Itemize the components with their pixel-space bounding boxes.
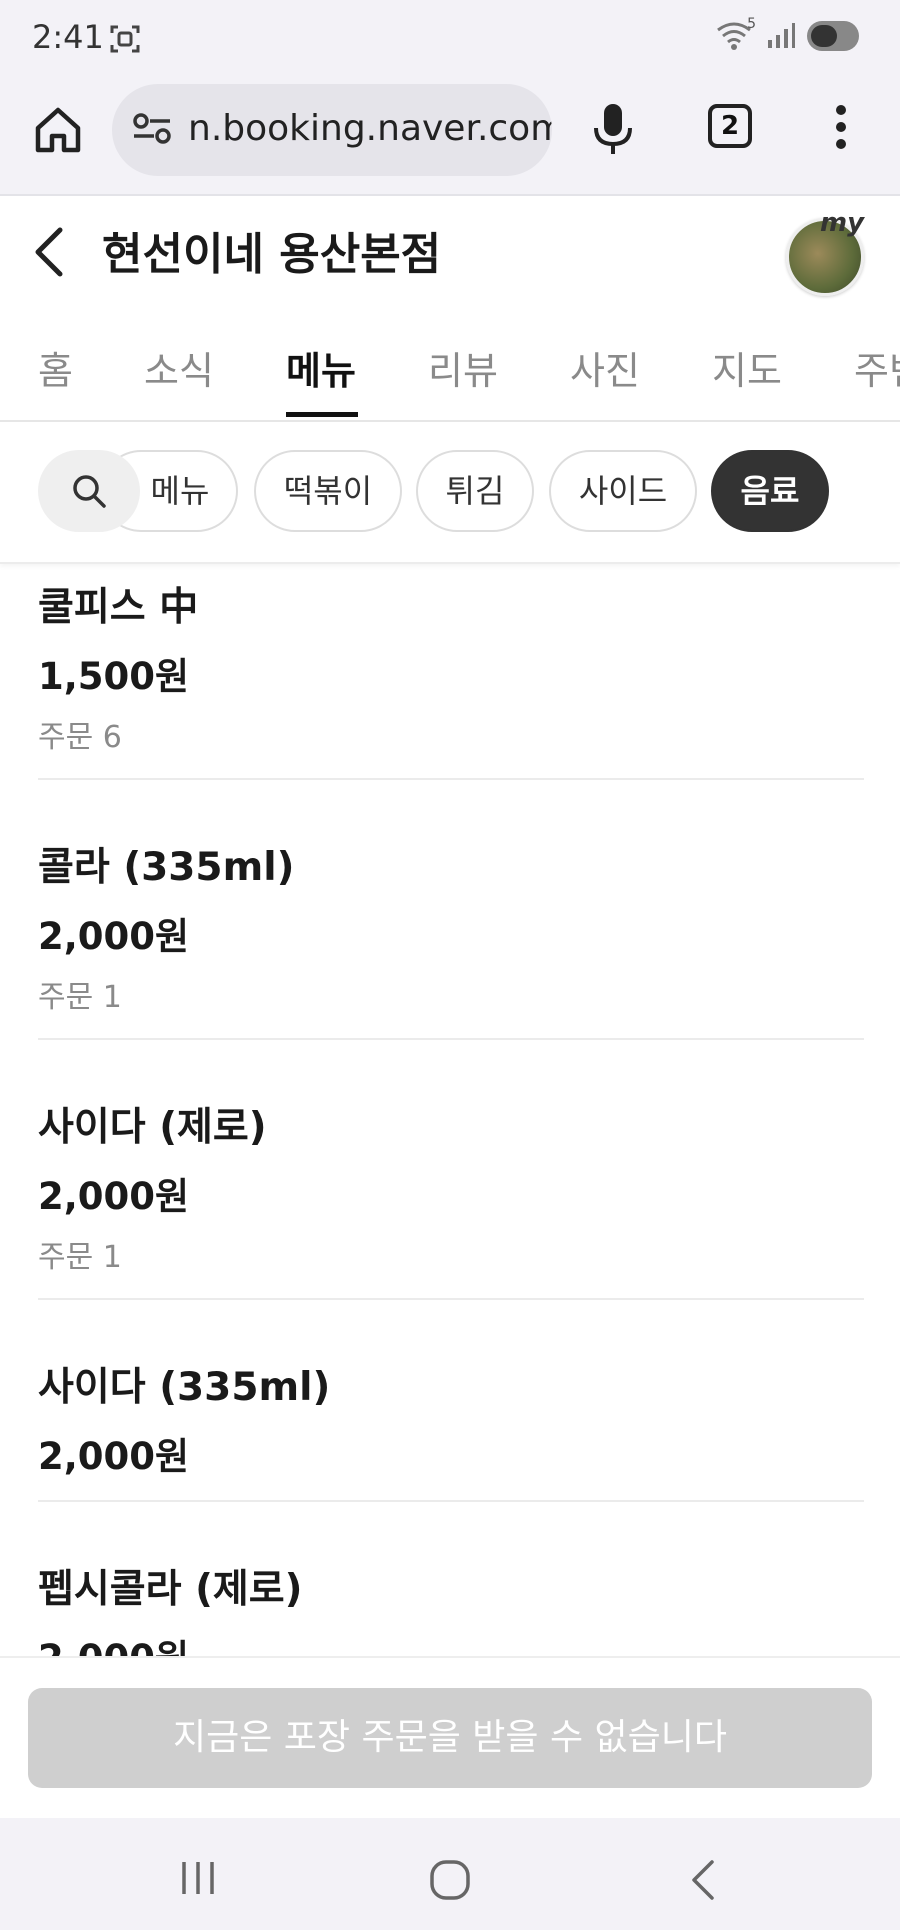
chip-drinks[interactable]: 음료 bbox=[711, 450, 829, 532]
tab-nearby[interactable]: 주변 bbox=[854, 340, 900, 395]
chip-fried[interactable]: 튀김 bbox=[416, 450, 534, 532]
menu-item-name: 콜라 (335ml) bbox=[38, 845, 295, 890]
wifi-band-label: 5 bbox=[747, 16, 756, 32]
bottom-action-bar: 지금은 포장 주문을 받을 수 없습니다 bbox=[0, 1656, 900, 1820]
page-header: 현선이네 용산본점 bbox=[0, 196, 900, 306]
signal-icon bbox=[766, 22, 796, 54]
chip-tteokbokki[interactable]: 떡볶이 bbox=[254, 450, 402, 532]
menu-item-name: 사이다 (335ml) bbox=[38, 1365, 331, 1410]
battery-icon bbox=[806, 20, 860, 56]
microphone-icon[interactable] bbox=[588, 100, 638, 164]
menu-item[interactable]: 쿨피스 中 1,500원 주문 6 bbox=[38, 576, 864, 756]
menu-item-price: 2,000원 bbox=[38, 915, 190, 958]
menu-item-name: 사이다 (제로) bbox=[38, 1105, 267, 1150]
back-arrow-icon[interactable] bbox=[30, 224, 70, 284]
chip-side[interactable]: 사이드 bbox=[549, 450, 697, 532]
menu-item-order-count: 주문 6 bbox=[38, 720, 122, 755]
divider bbox=[38, 778, 864, 780]
active-tab-indicator bbox=[286, 412, 358, 417]
menu-item[interactable]: 사이다 (제로) 2,000원 주문 1 bbox=[38, 1096, 864, 1276]
search-icon bbox=[73, 475, 106, 508]
status-bar: 2:41 5 bbox=[0, 0, 900, 80]
system-navigation-bar bbox=[0, 1818, 900, 1930]
menu-item[interactable]: 펩시콜라 (제로) 2,000원 bbox=[38, 1558, 864, 1656]
category-filter-bar: 메뉴 떡볶이 튀김 사이드 음료 bbox=[0, 422, 900, 564]
recent-apps-icon[interactable] bbox=[178, 1858, 218, 1902]
tab-photos[interactable]: 사진 bbox=[570, 340, 640, 395]
browser-toolbar: n.booking.naver.com 2 bbox=[0, 80, 900, 196]
menu-search-button[interactable] bbox=[38, 450, 140, 532]
menu-item-name: 펩시콜라 (제로) bbox=[38, 1567, 303, 1612]
menu-item-price: 2,000원 bbox=[38, 1435, 190, 1478]
browser-home-icon[interactable] bbox=[30, 102, 86, 158]
takeout-order-button-disabled[interactable]: 지금은 포장 주문을 받을 수 없습니다 bbox=[28, 1688, 872, 1788]
tab-reviews[interactable]: 리뷰 bbox=[428, 340, 498, 395]
more-options-icon[interactable] bbox=[826, 102, 856, 156]
menu-item[interactable]: 콜라 (335ml) 2,000원 주문 1 bbox=[38, 836, 864, 1016]
divider bbox=[38, 1298, 864, 1300]
menu-item[interactable]: 사이다 (335ml) 2,000원 bbox=[38, 1356, 864, 1480]
screen-capture-icon bbox=[108, 22, 142, 60]
divider bbox=[38, 1500, 864, 1502]
menu-item-name: 쿨피스 中 bbox=[38, 585, 199, 630]
url-text: n.booking.naver.com bbox=[188, 108, 552, 149]
back-icon[interactable] bbox=[688, 1858, 718, 1906]
menu-item-order-count: 주문 1 bbox=[38, 980, 122, 1015]
home-icon[interactable] bbox=[428, 1858, 472, 1906]
menu-item-price: 2,000원 bbox=[38, 1628, 864, 1656]
my-badge-label: my bbox=[820, 208, 865, 238]
site-settings-icon[interactable] bbox=[132, 112, 172, 148]
wifi-icon: 5 bbox=[716, 16, 756, 56]
menu-item-order-count: 주문 1 bbox=[38, 1240, 122, 1275]
tab-menu[interactable]: 메뉴 bbox=[286, 340, 356, 395]
divider bbox=[38, 1038, 864, 1040]
menu-item-price: 1,500원 bbox=[38, 655, 190, 698]
section-tabs: 홈 소식 메뉴 리뷰 사진 지도 주변 bbox=[0, 310, 900, 422]
tab-map[interactable]: 지도 bbox=[712, 340, 782, 395]
clock: 2:41 bbox=[32, 18, 104, 56]
address-bar[interactable]: n.booking.naver.com bbox=[112, 84, 552, 176]
menu-list: 쿨피스 中 1,500원 주문 6 콜라 (335ml) 2,000원 주문 1… bbox=[0, 564, 900, 1656]
tab-home[interactable]: 홈 bbox=[38, 340, 73, 395]
page-title: 현선이네 용산본점 bbox=[102, 229, 442, 280]
menu-item-price: 2,000원 bbox=[38, 1175, 190, 1218]
tab-switcher-button[interactable]: 2 bbox=[708, 104, 752, 148]
tab-news[interactable]: 소식 bbox=[144, 340, 214, 395]
